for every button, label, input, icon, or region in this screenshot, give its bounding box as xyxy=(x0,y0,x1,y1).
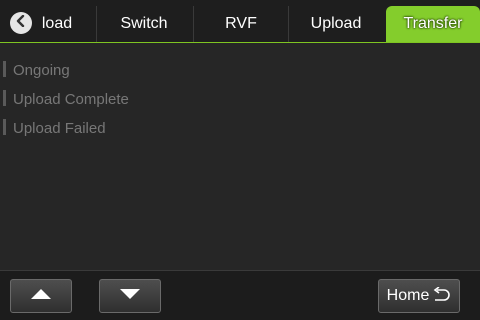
tab-label: Upload xyxy=(310,15,362,32)
tab-label: RVF xyxy=(225,15,257,32)
list-item-upload-failed[interactable]: Upload Failed xyxy=(0,114,480,143)
row-marker xyxy=(3,119,6,135)
tab-download[interactable]: load xyxy=(36,6,78,42)
chevron-left-icon xyxy=(15,14,27,32)
list-item-label: Upload Complete xyxy=(13,91,129,108)
transfer-status-list: Ongoing Upload Complete Upload Failed xyxy=(0,56,480,143)
home-button[interactable]: Home xyxy=(378,279,460,313)
tab-label: load xyxy=(41,15,73,32)
list-item-upload-complete[interactable]: Upload Complete xyxy=(0,85,480,114)
back-button[interactable] xyxy=(10,12,32,34)
list-item-ongoing[interactable]: Ongoing xyxy=(0,56,480,85)
list-item-label: Upload Failed xyxy=(13,120,106,137)
tab-switch[interactable]: Switch xyxy=(97,6,191,42)
tab-label: Transfer xyxy=(403,15,463,32)
tab-upload[interactable]: Upload xyxy=(289,6,383,42)
tab-bar: load Switch RVF Upload Transfer xyxy=(0,0,480,43)
scroll-down-button[interactable] xyxy=(99,279,161,313)
return-arrow-icon xyxy=(431,287,451,305)
triangle-up-icon xyxy=(30,287,52,305)
tab-transfer[interactable]: Transfer xyxy=(386,6,480,42)
bottom-toolbar: Home xyxy=(0,270,480,320)
list-item-label: Ongoing xyxy=(13,62,70,79)
row-marker xyxy=(3,90,6,106)
scroll-up-button[interactable] xyxy=(10,279,72,313)
tab-rvf[interactable]: RVF xyxy=(194,6,288,42)
triangle-down-icon xyxy=(119,287,141,305)
tab-label: Switch xyxy=(120,15,168,32)
home-label: Home xyxy=(386,287,430,304)
row-marker xyxy=(3,61,6,77)
